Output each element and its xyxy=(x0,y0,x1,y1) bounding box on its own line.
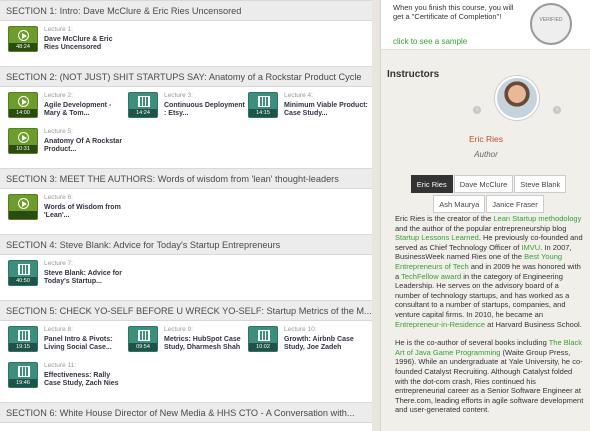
lecture-duration: 48:24 xyxy=(9,43,37,51)
lecture-title[interactable]: Minimum Viable Product: Case Study... xyxy=(284,102,368,119)
next-instructor-icon[interactable]: › xyxy=(553,106,561,114)
lecture-duration: 14:24 xyxy=(129,109,157,117)
lecture-title[interactable]: Effectiveness: Rally Case Study, Zach Ni… xyxy=(44,372,128,389)
instructor-name[interactable]: Eric Ries xyxy=(381,134,590,144)
lecture-number: Lecture 9: xyxy=(164,326,193,333)
lecture-title[interactable]: Panel Intro & Pivots: Living Social Case… xyxy=(44,336,128,353)
lecture-title[interactable]: Words of Wisdom from 'Lean'... xyxy=(44,204,128,221)
lecture-list: 14:00 Lecture 2: Agile Development - Mary … xyxy=(0,87,372,168)
lecture-number: Lecture 2: xyxy=(44,92,73,99)
lecture-list: 40:50 Lecture 7: Steve Blank: Advice for T… xyxy=(0,255,372,300)
play-icon[interactable]: 14:00 xyxy=(8,92,38,118)
lecture-number: Lecture 1: xyxy=(44,26,73,33)
section-header[interactable]: SECTION 2: (NOT JUST) SHIT STARTUPS SAY:… xyxy=(0,66,372,87)
lecture-item[interactable]: 10:02 Lecture 10: Growth: Airbnb Case Stud… xyxy=(248,326,368,360)
bio-link[interactable]: Lean Startup methodology xyxy=(493,214,581,223)
section-header[interactable]: SECTION 3: MEET THE AUTHORS: Words of wi… xyxy=(0,168,372,189)
lecture-duration: 19:15 xyxy=(9,343,37,351)
lecture-item[interactable]: Lecture 6: Words of Wisdom from 'Lean'... xyxy=(8,194,128,228)
lecture-list: 48:24 Lecture 1: Dave McClure & Eric Ries … xyxy=(0,21,372,66)
lecture-number: Lecture 3: xyxy=(164,92,193,99)
lecture-title[interactable]: Dave McClure & Eric Ries Uncensored xyxy=(44,36,128,53)
lecture-duration: 14:15 xyxy=(249,109,277,117)
curriculum: SECTION 1: Intro: Dave McClure & Eric Ri… xyxy=(0,0,372,431)
bio-link[interactable]: Entrepreneur-in-Residence xyxy=(395,320,485,329)
instructor-tab[interactable]: Dave McClure xyxy=(453,175,514,193)
lecture-item[interactable]: 19:46 Lecture 11: Effectiveness: Rally Cas… xyxy=(8,362,128,396)
bio-text: and the author of the popular entreprene… xyxy=(395,223,567,233)
lecture-number: Lecture 8: xyxy=(44,326,73,333)
lecture-item[interactable]: 40:50 Lecture 7: Steve Blank: Advice for T… xyxy=(8,260,128,294)
lecture-duration: 10:02 xyxy=(249,343,277,351)
lecture-list: Lecture 6: Words of Wisdom from 'Lean'... xyxy=(0,189,372,234)
lecture-number: Lecture 7: xyxy=(44,260,73,267)
lecture-title[interactable]: Growth: Airbnb Case Study, Joe Zadeh xyxy=(284,336,368,353)
bio-text: He is the co-author of several books inc… xyxy=(395,338,549,348)
video-icon[interactable]: 14:24 xyxy=(128,92,158,118)
sidebar: When you finish this course, you will ge… xyxy=(380,0,590,431)
lecture-number: Lecture 11: xyxy=(44,362,77,369)
instructor-bio: Eric Ries is the creator of the Lean Sta… xyxy=(395,214,585,424)
lecture-number: Lecture 6: xyxy=(44,194,73,201)
bio-link[interactable]: IMVU xyxy=(521,243,540,252)
lecture-title[interactable]: Agile Development - Mary & Tom... xyxy=(44,102,128,119)
section-header[interactable]: SECTION 5: CHECK YO-SELF BEFORE U WRECK … xyxy=(0,300,372,321)
bio-text: Eric Ries is the creator of the xyxy=(395,214,494,223)
lecture-number: Lecture 5: xyxy=(44,128,73,135)
lecture-item[interactable]: 14:00 Lecture 2: Agile Development - Mary … xyxy=(8,92,128,126)
bio-paragraph: He is the co-author of several books inc… xyxy=(395,338,585,415)
certificate-text: When you finish this course, you will ge… xyxy=(393,3,514,21)
video-icon[interactable]: 14:15 xyxy=(248,92,278,118)
lecture-title[interactable]: Steve Blank: Advice for Today's Startup.… xyxy=(44,270,128,287)
certificate-box: When you finish this course, you will ge… xyxy=(381,0,590,50)
section-header[interactable]: SECTION 1: Intro: Dave McClure & Eric Ri… xyxy=(0,0,372,21)
lecture-duration: 40:50 xyxy=(9,277,37,285)
lecture-item[interactable]: 09:54 Lecture 9: Metrics: HubSpot Case Stu… xyxy=(128,326,248,360)
play-icon[interactable]: 10:31 xyxy=(8,128,38,154)
video-icon[interactable]: 09:54 xyxy=(128,326,158,352)
bio-link[interactable]: TechFellow award xyxy=(401,272,461,281)
lecture-duration: 09:54 xyxy=(129,343,157,351)
instructor-role: Author xyxy=(474,150,498,159)
prev-instructor-icon[interactable]: ‹ xyxy=(473,106,481,114)
video-icon[interactable]: 19:15 xyxy=(8,326,38,352)
lecture-duration: 19:46 xyxy=(9,379,37,387)
lecture-list: 19:15 Lecture 8: Panel Intro & Pivots: Liv… xyxy=(0,321,372,402)
bio-text: at Harvard Business School. xyxy=(485,319,582,329)
play-icon[interactable] xyxy=(8,194,38,220)
lecture-item[interactable]: 14:15 Lecture 4: Minimum Viable Product: C… xyxy=(248,92,368,126)
section-header[interactable]: SECTION 6: White House Director of New M… xyxy=(0,402,372,423)
instructor-tab[interactable]: Janice Fraser xyxy=(486,195,544,213)
bio-text: (Waite Group Press, 1996). While an unde… xyxy=(395,347,584,415)
video-icon[interactable]: 19:46 xyxy=(8,362,38,388)
bio-link[interactable]: Startup Lessons Learned xyxy=(395,233,479,242)
instructor-tabs: Eric Ries Dave McClure Steve Blank Ash Maur… xyxy=(391,175,587,215)
lecture-number: Lecture 4: xyxy=(284,92,313,99)
bio-paragraph: Eric Ries is the creator of the Lean Sta… xyxy=(395,214,585,329)
play-icon[interactable]: 48:24 xyxy=(8,26,38,52)
certificate-seal-icon: VERIFIED xyxy=(530,3,572,45)
lecture-duration: 14:00 xyxy=(9,109,37,117)
lecture-title[interactable]: Continuous Deployment : Etsy... xyxy=(164,102,248,119)
instructor-tab[interactable]: Ash Maurya xyxy=(433,195,486,213)
instructor-tab[interactable]: Steve Blank xyxy=(514,175,567,193)
video-icon[interactable]: 10:02 xyxy=(248,326,278,352)
lecture-item[interactable]: 48:24 Lecture 1: Dave McClure & Eric Ries … xyxy=(8,26,128,60)
lecture-item[interactable]: 19:15 Lecture 8: Panel Intro & Pivots: Liv… xyxy=(8,326,128,360)
lecture-title[interactable]: Anatomy Of A Rockstar Product... xyxy=(44,138,128,155)
lecture-number: Lecture 10: xyxy=(284,326,317,333)
instructors-heading: Instructors xyxy=(387,69,440,80)
lecture-title[interactable]: Metrics: HubSpot Case Study, Dharmesh Sh… xyxy=(164,336,248,353)
section-header[interactable]: SECTION 4: Steve Blank: Advice for Today… xyxy=(0,234,372,255)
lecture-duration xyxy=(9,211,37,219)
instructor-avatar xyxy=(495,76,539,120)
lecture-duration: 10:31 xyxy=(9,145,37,153)
lecture-item[interactable]: 10:31 Lecture 5: Anatomy Of A Rockstar Pro… xyxy=(8,128,128,162)
lecture-item[interactable]: 14:24 Lecture 3: Continuous Deployment : E… xyxy=(128,92,248,126)
certificate-sample-link[interactable]: click to see a sample xyxy=(393,37,467,46)
video-icon[interactable]: 40:50 xyxy=(8,260,38,286)
instructor-tab[interactable]: Eric Ries xyxy=(410,175,453,193)
